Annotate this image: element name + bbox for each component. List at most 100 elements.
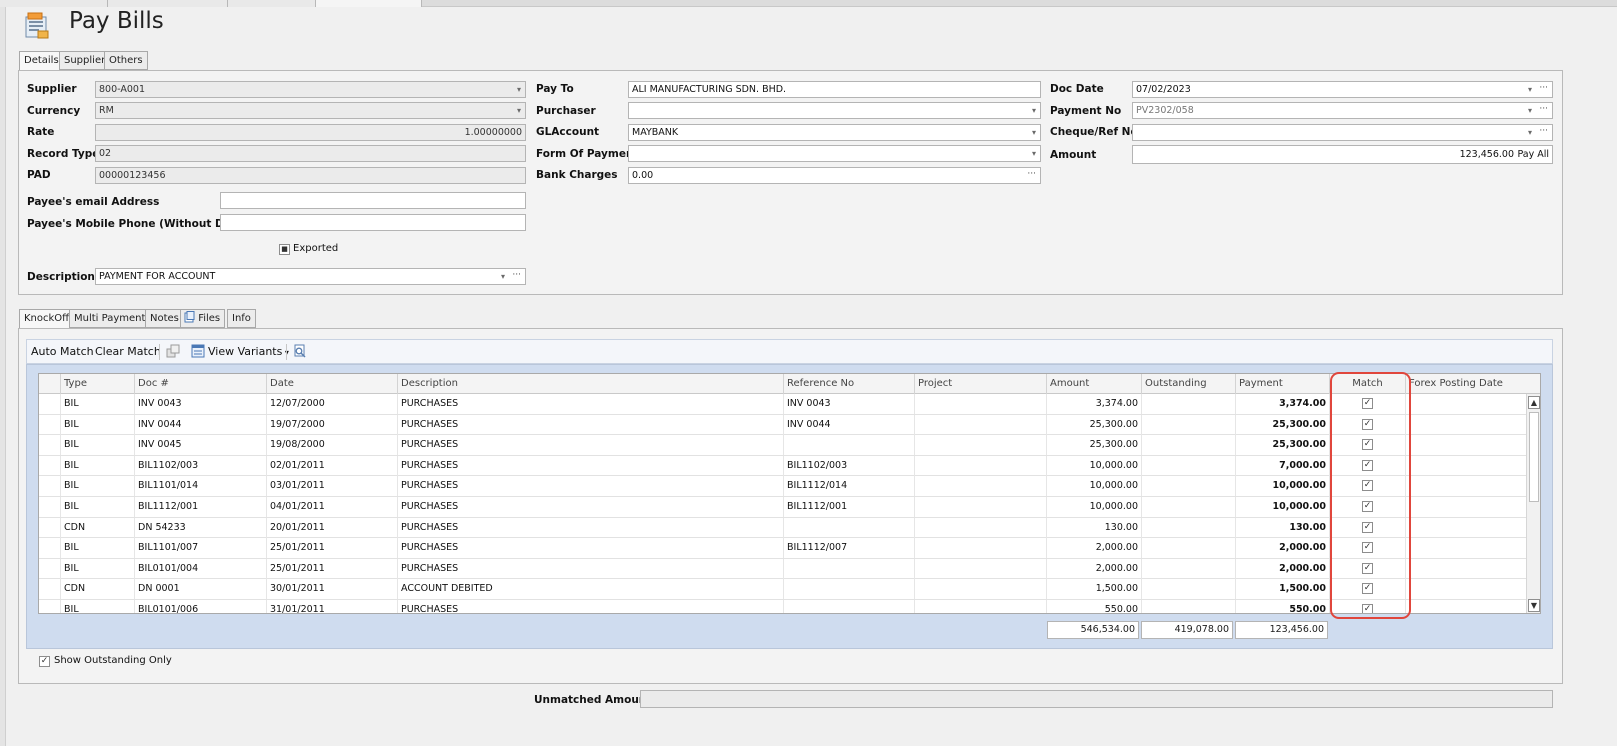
currency-field[interactable]: RM ▾ [95, 102, 526, 119]
cell-match[interactable]: ✓ [1329, 476, 1405, 497]
scroll-thumb[interactable] [1529, 412, 1539, 502]
scroll-down-icon[interactable]: ▼ [1528, 599, 1540, 612]
payee-email-input[interactable] [220, 192, 526, 209]
tab-info[interactable]: Info [227, 309, 256, 328]
column-header-doc[interactable]: Doc # [134, 374, 266, 394]
table-row[interactable]: CDN DN 0001 30/01/2011 ACCOUNT DEBITED 1,500… [39, 579, 1526, 600]
tab-knockoff[interactable]: KnockOff [19, 309, 75, 329]
column-header-reference[interactable]: Reference No [783, 374, 914, 394]
view-variants-icon[interactable] [191, 344, 205, 358]
cell-match[interactable]: ✓ [1329, 394, 1405, 414]
column-header-outstanding[interactable]: Outstanding [1141, 374, 1235, 394]
column-header-match[interactable]: Match [1329, 374, 1405, 394]
match-checkbox[interactable]: ✓ [1362, 542, 1373, 554]
table-row[interactable]: BIL BIL1101/014 03/01/2011 PURCHASES BIL1112… [39, 476, 1526, 497]
match-checkbox[interactable]: ✓ [1362, 439, 1373, 451]
chevron-down-icon[interactable]: ▾ [501, 269, 505, 284]
table-row[interactable]: BIL INV 0044 19/07/2000 PURCHASES INV 0044 25… [39, 414, 1526, 436]
clear-match-button[interactable]: Clear Match [95, 345, 161, 358]
record-type-field[interactable]: 02 [95, 145, 526, 162]
form-of-payment-field[interactable]: ▾ [628, 145, 1041, 162]
row-indicator[interactable] [39, 497, 60, 517]
cheque-ref-field[interactable]: ▾ ··· [1132, 124, 1553, 141]
cell-match[interactable]: ✓ [1329, 414, 1405, 435]
table-row[interactable]: BIL INV 0043 12/07/2000 PURCHASES INV 0043 3,… [39, 394, 1526, 415]
ellipsis-icon[interactable]: ··· [1539, 125, 1548, 138]
table-row[interactable]: BIL BIL1112/001 04/01/2011 PURCHASES BIL1112… [39, 497, 1526, 518]
column-header-description[interactable]: Description [397, 374, 783, 394]
table-row[interactable]: BIL BIL1101/007 25/01/2011 PURCHASES BIL1112… [39, 538, 1526, 559]
show-outstanding-checkbox[interactable]: ✓ [39, 656, 50, 667]
amount-field[interactable]: 123,456.00 Pay All [1132, 145, 1553, 164]
cell-match[interactable]: ✓ [1329, 517, 1405, 538]
window-tab[interactable] [316, 0, 422, 7]
tab-notes[interactable]: Notes [145, 309, 184, 328]
table-row[interactable]: BIL BIL1102/003 02/01/2011 PURCHASES BIL1102… [39, 455, 1526, 477]
tab-multi-payments[interactable]: Multi Payments [69, 309, 156, 328]
gl-account-field[interactable]: MAYBANK ▾ [628, 124, 1041, 141]
auto-match-button[interactable]: Auto Match [31, 345, 94, 358]
cell-match[interactable]: ✓ [1329, 579, 1405, 600]
match-checkbox[interactable]: ✓ [1362, 459, 1373, 471]
tab-others[interactable]: Others [104, 51, 148, 70]
column-header-project[interactable]: Project [914, 374, 1046, 394]
table-row[interactable]: CDN DN 54233 20/01/2011 PURCHASES 130.00 130.… [39, 517, 1526, 539]
column-header-date[interactable]: Date [266, 374, 397, 394]
pad-field[interactable]: 00000123456 [95, 167, 526, 184]
purchaser-field[interactable]: ▾ [628, 102, 1041, 119]
row-indicator[interactable] [39, 579, 60, 599]
column-header-payment[interactable]: Payment [1235, 374, 1329, 394]
row-indicator[interactable] [39, 456, 60, 476]
scroll-up-icon[interactable]: ▲ [1528, 396, 1540, 409]
table-row[interactable]: BIL BIL0101/004 25/01/2011 PURCHASES 2,000.0… [39, 558, 1526, 580]
ellipsis-icon[interactable]: ··· [1539, 82, 1548, 95]
cell-match[interactable]: ✓ [1329, 558, 1405, 579]
row-indicator[interactable] [39, 394, 60, 414]
payment-no-field[interactable]: PV2302/058 ▾ ··· [1132, 102, 1553, 119]
column-header-type[interactable]: Type [60, 374, 134, 394]
chevron-down-icon[interactable]: ▾ [1032, 103, 1036, 118]
chevron-down-icon[interactable]: ▾ [1528, 103, 1532, 118]
row-indicator[interactable] [39, 435, 60, 455]
ellipsis-icon[interactable]: ··· [512, 269, 521, 282]
match-checkbox[interactable]: ✓ [1362, 501, 1373, 512]
pay-all-button[interactable]: Pay All [1517, 147, 1549, 162]
row-indicator[interactable] [39, 538, 60, 558]
match-checkbox[interactable]: ✓ [1362, 398, 1373, 409]
chevron-down-icon[interactable]: ▾ [1032, 146, 1036, 161]
cell-match[interactable]: ✓ [1329, 435, 1405, 456]
match-checkbox[interactable]: ✓ [1362, 562, 1373, 574]
tab-supplier[interactable]: Supplier [59, 51, 111, 70]
window-tab[interactable] [0, 0, 108, 7]
chevron-down-icon[interactable]: ▾ [517, 103, 521, 118]
find-icon[interactable] [293, 344, 307, 358]
column-header-amount[interactable]: Amount [1046, 374, 1141, 394]
supplier-field[interactable]: 800-A001 ▾ [95, 81, 526, 98]
cell-match[interactable]: ✓ [1329, 455, 1405, 476]
rate-field[interactable]: 1.00000000 [95, 124, 526, 141]
window-tab[interactable] [108, 0, 228, 7]
cell-match[interactable]: ✓ [1329, 497, 1405, 517]
ellipsis-icon[interactable]: ··· [1027, 168, 1036, 181]
match-checkbox[interactable]: ✓ [1362, 480, 1373, 492]
match-checkbox[interactable]: ✓ [1362, 521, 1373, 533]
row-indicator[interactable] [39, 559, 60, 579]
column-header-forex-posting-date[interactable]: Forex Posting Date [1405, 374, 1526, 394]
tab-files[interactable]: Files [180, 309, 226, 328]
exported-checkbox[interactable]: ■ [279, 244, 290, 255]
row-indicator[interactable] [39, 476, 60, 496]
tab-details[interactable]: Details [19, 51, 64, 71]
bank-charges-field[interactable]: 0.00 ··· [628, 167, 1041, 184]
chevron-down-icon[interactable]: ▾ [1528, 125, 1532, 140]
chevron-down-icon[interactable]: ▾ [517, 82, 521, 97]
table-row[interactable]: BIL INV 0045 19/08/2000 PURCHASES 25,300.00 2… [39, 435, 1526, 456]
view-variants-button[interactable]: View Variants ▾ [208, 345, 289, 358]
copy-icon[interactable] [166, 344, 180, 358]
match-checkbox[interactable]: ✓ [1362, 418, 1373, 430]
ellipsis-icon[interactable]: ··· [1539, 103, 1548, 116]
cell-match[interactable]: ✓ [1329, 538, 1405, 559]
match-checkbox[interactable]: ✓ [1362, 583, 1373, 595]
row-indicator[interactable] [39, 600, 60, 613]
table-row[interactable]: BIL BIL0101/006 31/01/2011 PURCHASES 550.00 5… [39, 600, 1526, 613]
window-tab[interactable] [228, 0, 316, 7]
